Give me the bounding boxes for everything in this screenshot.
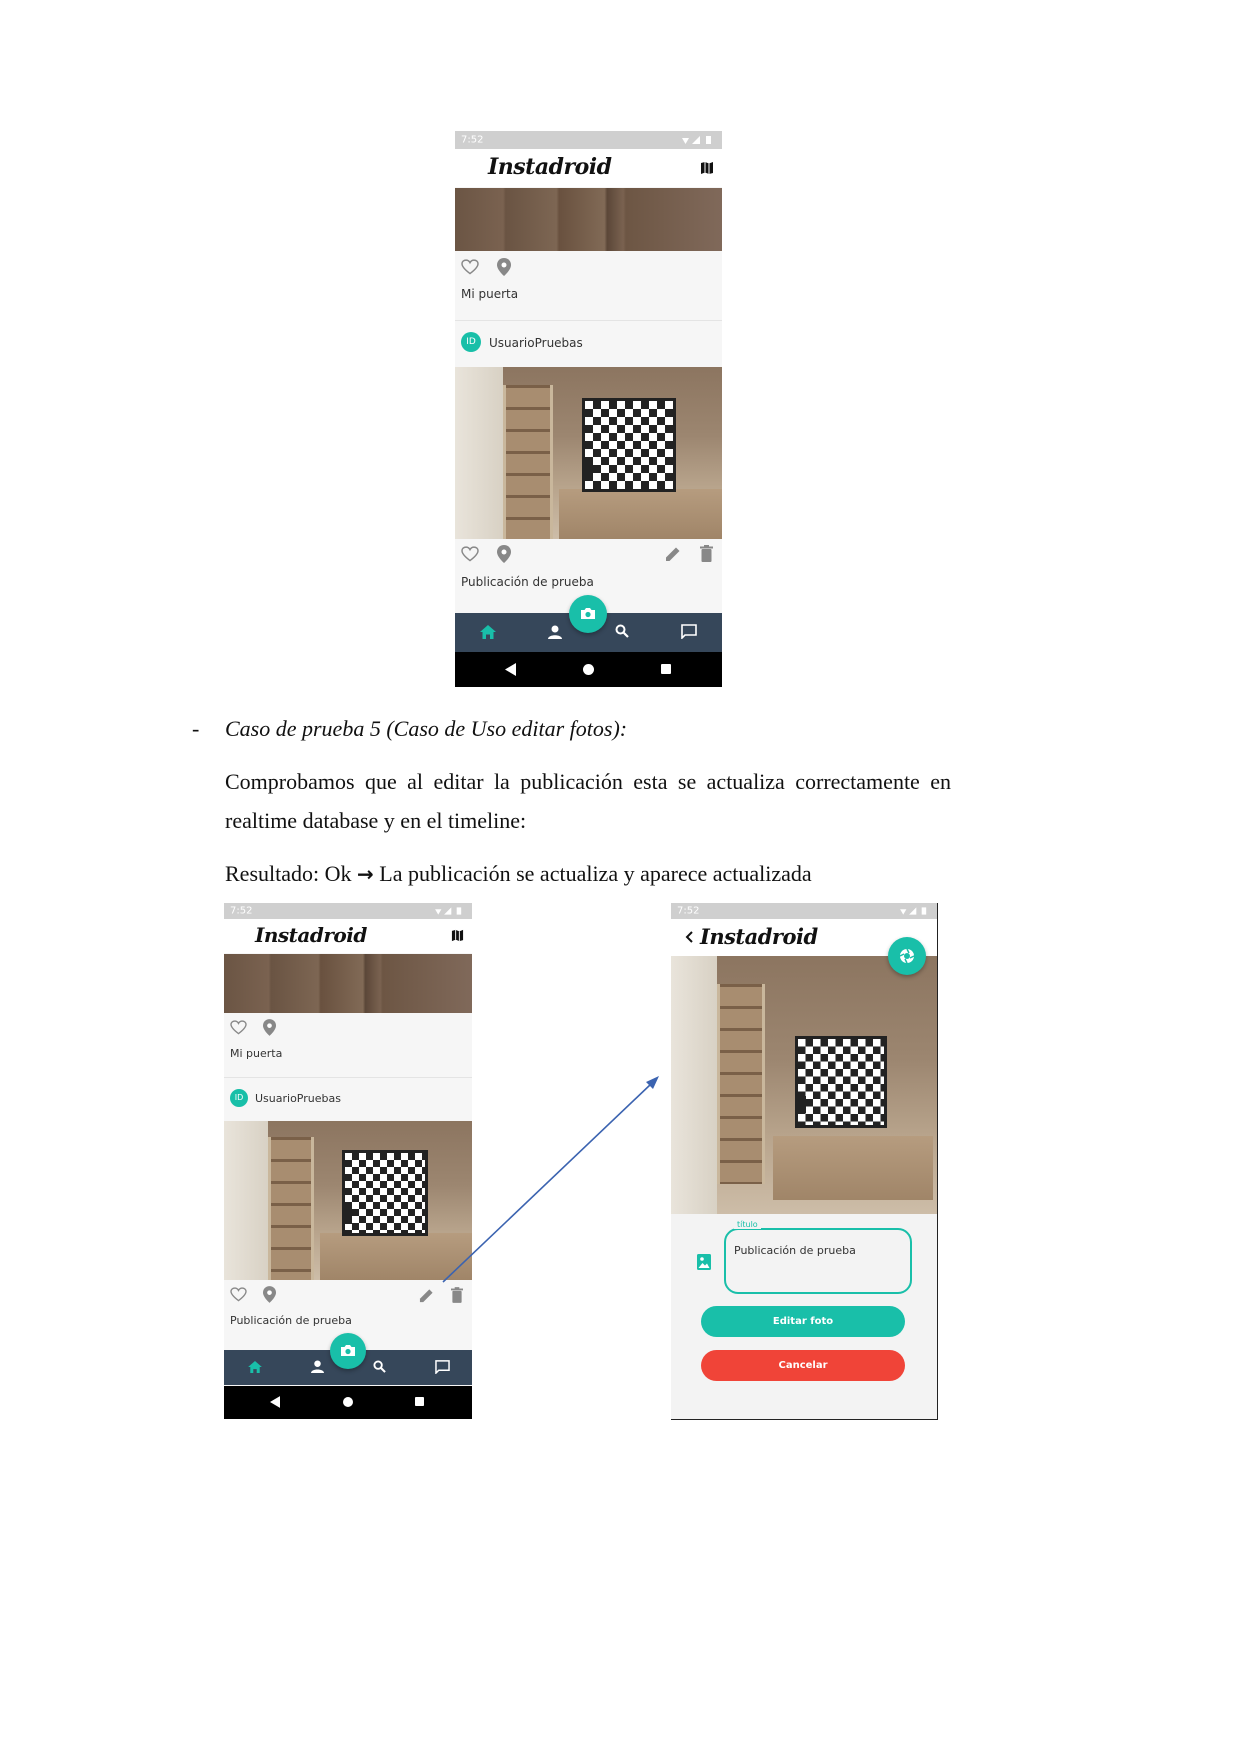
status-bar: 7:52 xyxy=(455,131,722,149)
list-bullet: - xyxy=(192,716,200,741)
avatar: ID xyxy=(461,332,481,352)
paragraph-line-1: Comprobamos que al editar la publicación… xyxy=(225,769,951,795)
heart-icon[interactable] xyxy=(230,1287,247,1302)
post-image-living-room[interactable] xyxy=(224,1121,472,1280)
title-field-value: Publicación de prueba xyxy=(734,1244,856,1257)
avatar: ID xyxy=(230,1089,248,1107)
paragraph-line-2: realtime database y en el timeline: xyxy=(225,808,527,833)
arrow-icon: → xyxy=(357,862,374,886)
camera-fab[interactable] xyxy=(569,595,607,633)
recents-icon[interactable] xyxy=(415,1397,424,1406)
app-bar: Instadroid xyxy=(224,919,472,953)
trash-icon[interactable] xyxy=(451,1287,463,1303)
status-time: 7:52 xyxy=(461,134,484,146)
paragraph-text-1: Comprobamos que al editar la publicación… xyxy=(225,769,951,794)
phone-feed-top: 7:52 Instadroid Mi puerta ID UsuarioPrue… xyxy=(455,131,722,687)
phone-edit-screen: 7:52 Instadroid título Publicación de pr… xyxy=(671,903,938,1420)
location-pin-icon[interactable] xyxy=(497,545,511,563)
case-title: Caso de prueba 5 (Caso de Uso editar fot… xyxy=(225,716,628,741)
status-icons xyxy=(682,136,711,144)
status-icons xyxy=(900,907,927,915)
app-title: Instadroid xyxy=(700,924,818,949)
home-icon[interactable] xyxy=(248,1361,262,1373)
map-icon[interactable] xyxy=(451,929,464,942)
post-divider xyxy=(455,320,722,321)
camera-icon xyxy=(581,608,595,619)
edit-photo-button[interactable]: Editar foto xyxy=(701,1306,905,1337)
back-icon[interactable] xyxy=(270,1396,280,1408)
post-caption: Publicación de prueba xyxy=(461,575,594,589)
home-icon[interactable] xyxy=(480,625,496,639)
back-icon[interactable] xyxy=(505,663,516,676)
app-title: Instadroid xyxy=(488,154,612,180)
edit-image-preview xyxy=(671,956,937,1214)
shutter-icon xyxy=(899,948,915,964)
title-field[interactable]: título Publicación de prueba xyxy=(724,1220,912,1294)
shutter-fab[interactable] xyxy=(888,937,926,975)
map-icon[interactable] xyxy=(700,161,714,175)
home-circle-icon[interactable] xyxy=(343,1397,353,1407)
camera-fab[interactable] xyxy=(330,1333,366,1369)
recents-icon[interactable] xyxy=(661,664,671,674)
post-caption: Publicación de prueba xyxy=(230,1314,352,1327)
post-caption: Mi puerta xyxy=(230,1047,283,1060)
app-bar: Instadroid xyxy=(455,149,722,187)
status-bar: 7:52 xyxy=(671,903,937,919)
username[interactable]: UsuarioPruebas xyxy=(489,336,583,350)
status-time: 7:52 xyxy=(230,905,253,917)
status-icons xyxy=(435,907,462,915)
post-divider xyxy=(224,1077,472,1078)
search-icon[interactable] xyxy=(615,624,629,638)
result-text: La publicación se actualiza y aparece ac… xyxy=(379,861,812,886)
app-title: Instadroid xyxy=(255,923,367,947)
image-icon xyxy=(697,1254,711,1270)
result-line: Resultado: Ok → La publicación se actual… xyxy=(225,861,812,887)
heart-icon[interactable] xyxy=(461,259,479,275)
cancel-button[interactable]: Cancelar xyxy=(701,1350,905,1381)
location-pin-icon[interactable] xyxy=(263,1286,276,1303)
person-icon[interactable] xyxy=(548,625,562,639)
chat-icon[interactable] xyxy=(435,1360,450,1374)
heart-icon[interactable] xyxy=(230,1020,247,1035)
person-icon[interactable] xyxy=(311,1360,324,1373)
system-nav-bar xyxy=(224,1386,472,1419)
chat-icon[interactable] xyxy=(681,624,697,639)
pencil-icon[interactable] xyxy=(419,1288,434,1303)
phone-feed-bottom: 7:52 Instadroid Mi puerta ID UsuarioPrue… xyxy=(224,903,472,1419)
title-field-label: título xyxy=(734,1220,761,1229)
camera-icon xyxy=(341,1345,355,1356)
post-image-door[interactable] xyxy=(224,954,472,1013)
username[interactable]: UsuarioPruebas xyxy=(255,1092,341,1105)
result-prefix: Resultado: Ok xyxy=(225,861,352,886)
post-image-door[interactable] xyxy=(455,188,722,251)
location-pin-icon[interactable] xyxy=(263,1019,276,1036)
location-pin-icon[interactable] xyxy=(497,258,511,276)
status-bar: 7:52 xyxy=(224,903,472,919)
system-nav-bar xyxy=(455,652,722,687)
pencil-icon[interactable] xyxy=(665,546,681,562)
heart-icon[interactable] xyxy=(461,546,479,562)
home-circle-icon[interactable] xyxy=(583,664,594,675)
back-chevron-icon[interactable] xyxy=(685,931,693,943)
trash-icon[interactable] xyxy=(700,545,713,562)
post-caption: Mi puerta xyxy=(461,287,519,301)
status-time: 7:52 xyxy=(677,905,700,917)
search-icon[interactable] xyxy=(373,1360,386,1373)
post-image-living-room[interactable] xyxy=(455,367,722,539)
